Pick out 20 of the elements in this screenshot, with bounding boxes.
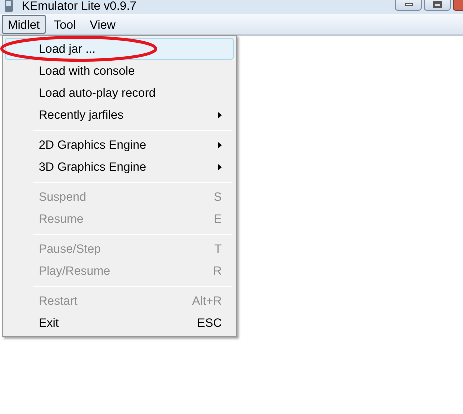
menu-item[interactable]: 2D Graphics Engine [5, 134, 234, 156]
shortcut-label: ESC [197, 315, 222, 332]
menu-item[interactable]: 3D Graphics Engine [5, 156, 234, 178]
menu-bar-item[interactable]: Tool [48, 14, 82, 34]
shortcut-label: R [213, 263, 222, 280]
window-title: KEmulator Lite v0.9.7 [22, 0, 137, 13]
shortcut-label: E [214, 211, 222, 228]
submenu-arrow-icon [218, 164, 222, 170]
menu-item[interactable]: Load with console [5, 60, 234, 82]
menu-bar-item[interactable]: Midlet [2, 14, 46, 34]
menu-item[interactable]: Recently jarfiles [5, 104, 234, 126]
shortcut-label: Alt+R [192, 293, 222, 310]
menu-bar-item[interactable]: View [84, 14, 122, 34]
menu-item[interactable]: Load auto-play record [5, 82, 234, 104]
shortcut-label: T [214, 241, 222, 258]
submenu-arrow-icon [218, 112, 222, 118]
app-icon [4, 0, 14, 12]
shortcut-label: S [214, 189, 222, 206]
menu-item[interactable]: Exit ESC [5, 312, 234, 334]
submenu-arrow-icon [218, 142, 222, 148]
